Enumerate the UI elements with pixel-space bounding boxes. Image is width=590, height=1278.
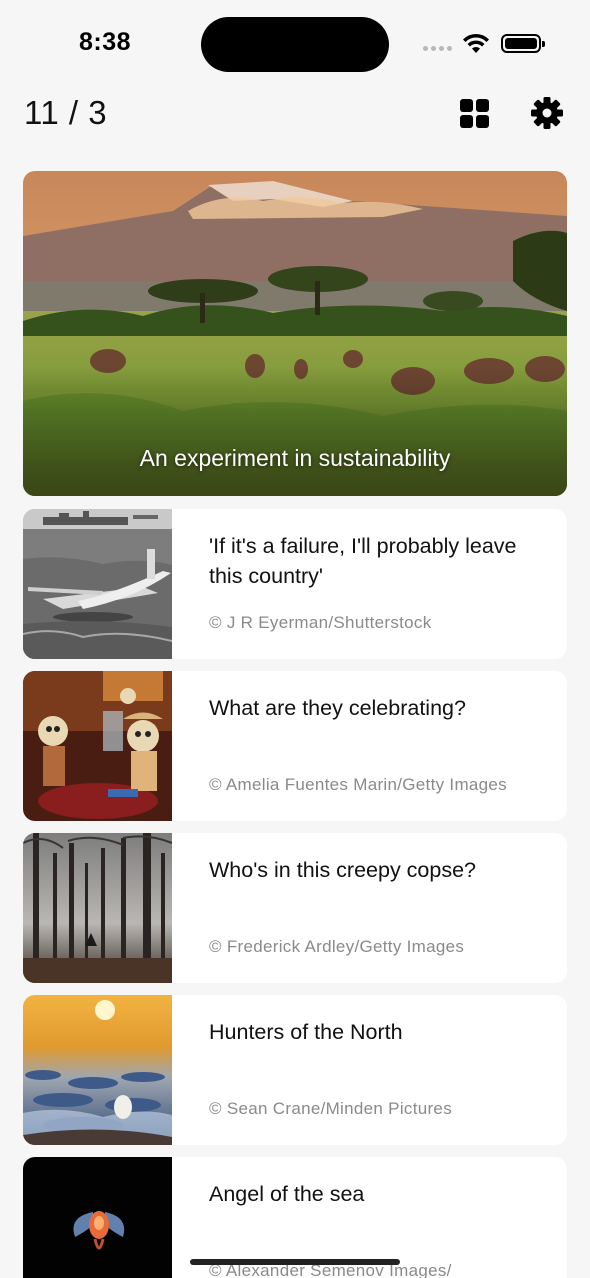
- home-indicator[interactable]: [190, 1259, 400, 1265]
- gear-icon[interactable]: [530, 96, 564, 130]
- grid-icon: [460, 99, 473, 112]
- cellular-signal-icon: [423, 46, 452, 51]
- story-list: 'If it's a failure, I'll probably leave …: [23, 509, 567, 1278]
- story-thumbnail: [23, 509, 172, 659]
- story-title: Who's in this creepy copse?: [209, 858, 477, 882]
- story-card[interactable]: Who's in this creepy copse? © Frederick …: [23, 833, 567, 983]
- story-title: Angel of the sea: [209, 1182, 365, 1206]
- story-card[interactable]: 'If it's a failure, I'll probably leave …: [23, 509, 567, 659]
- story-title: What are they celebrating?: [209, 696, 466, 720]
- hero-story-card[interactable]: An experiment in sustainability: [23, 171, 567, 496]
- story-card[interactable]: What are they celebrating? © Amelia Fuen…: [23, 671, 567, 821]
- story-thumbnail: [23, 1157, 172, 1278]
- story-thumbnail: [23, 671, 172, 821]
- battery-icon: [501, 34, 545, 53]
- page-counter: 11 / 3: [24, 94, 108, 131]
- story-card[interactable]: Hunters of the North © Sean Crane/Minden…: [23, 995, 567, 1145]
- story-title: 'If it's a failure, I'll probably leave …: [209, 534, 517, 588]
- story-title: Hunters of the North: [209, 1020, 403, 1044]
- story-credit: © Frederick Ardley/Getty Images: [209, 937, 465, 956]
- dynamic-island: [201, 17, 389, 72]
- story-thumbnail: [23, 833, 172, 983]
- wifi-icon: [463, 33, 489, 53]
- grid-view-button[interactable]: [460, 99, 489, 128]
- status-time: 8:38: [79, 28, 132, 56]
- story-credit: © Amelia Fuentes Marin/Getty Images: [209, 775, 507, 794]
- app-screen: 8:38 11 / 3 An experiment in sustainabil…: [0, 0, 590, 1278]
- story-credit: © Sean Crane/Minden Pictures: [209, 1099, 452, 1118]
- hero-caption: An experiment in sustainability: [139, 445, 451, 471]
- story-thumbnail: [23, 995, 172, 1145]
- story-credit: © J R Eyerman/Shutterstock: [209, 613, 432, 632]
